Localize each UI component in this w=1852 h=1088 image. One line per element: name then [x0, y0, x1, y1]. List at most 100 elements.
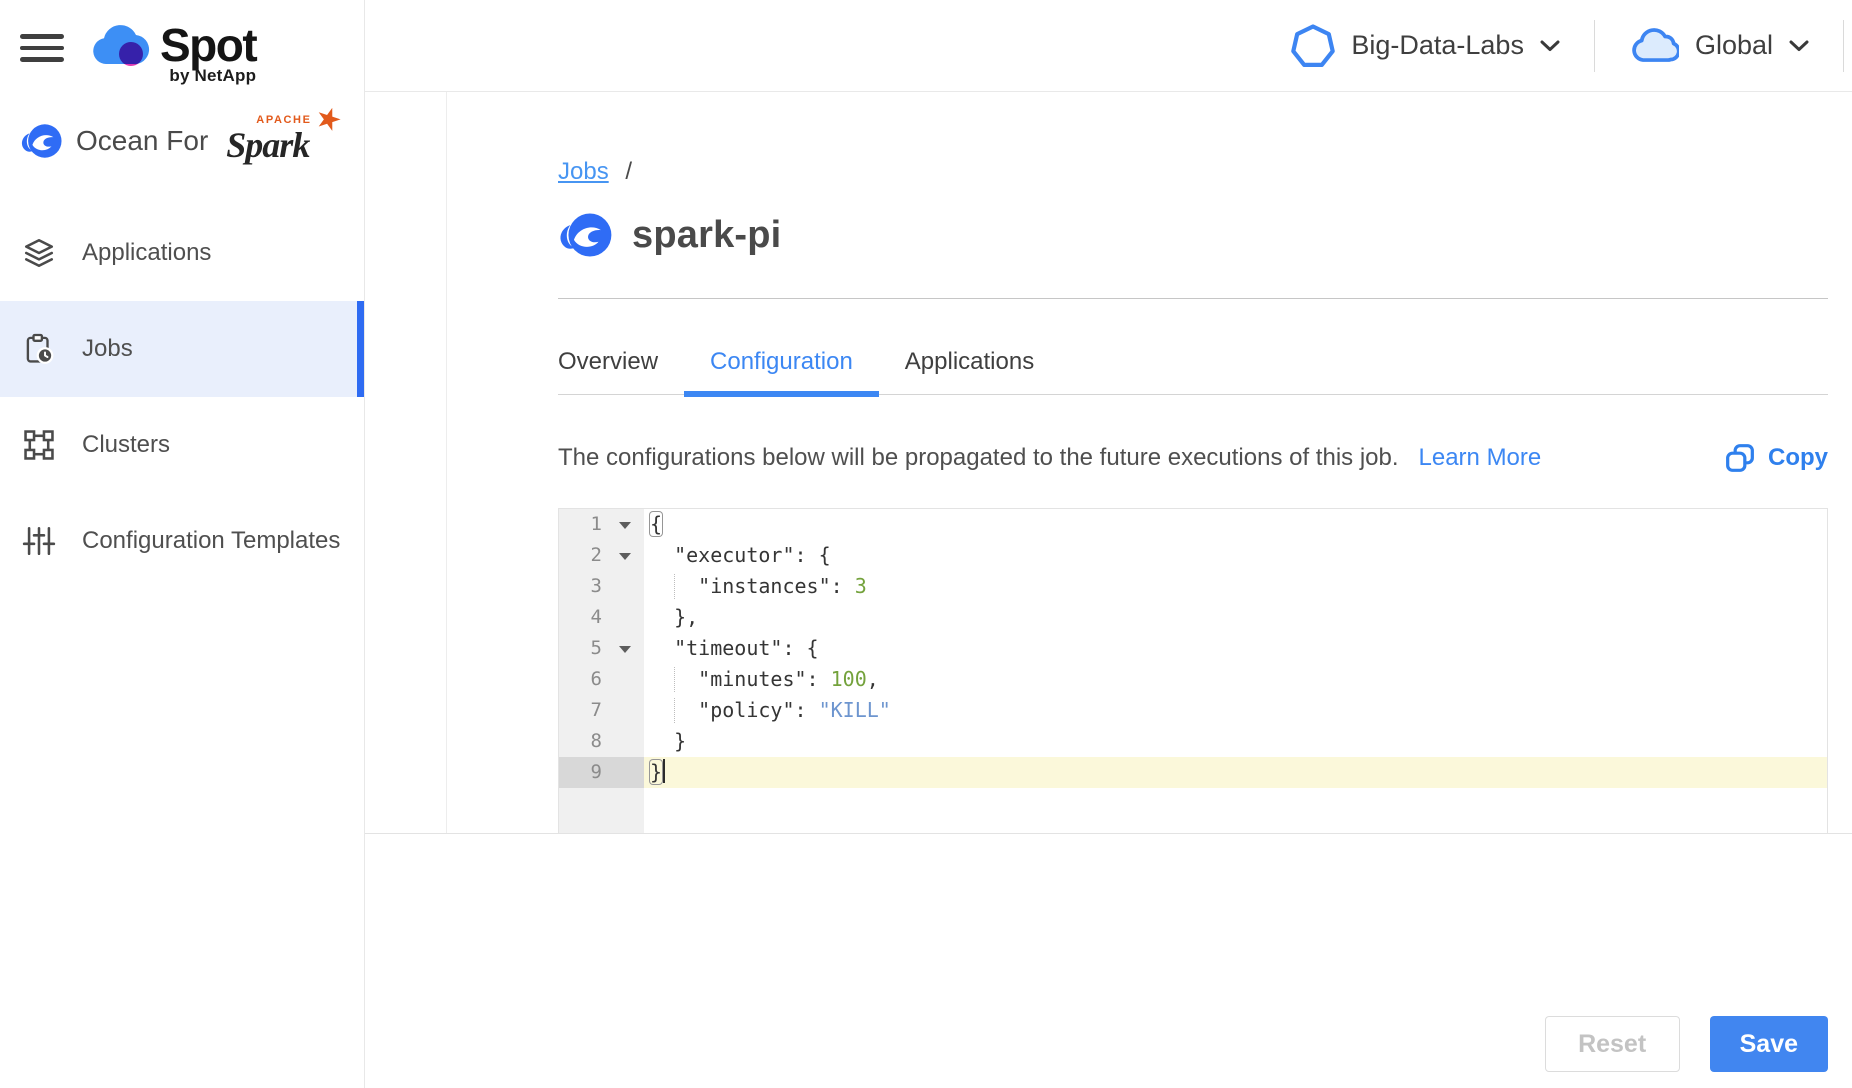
sidebar-item-label: Jobs	[82, 335, 133, 363]
line-number: 6	[591, 664, 602, 695]
breadcrumb-jobs-link[interactable]: Jobs	[558, 158, 609, 185]
code-line[interactable]: "policy": "KILL"	[644, 695, 1827, 726]
editor-gutter-cell: 3	[559, 571, 644, 602]
sidebar-item-applications[interactable]: Applications	[0, 205, 364, 301]
brand-name: Spot	[160, 20, 256, 70]
org-name: Big-Data-Labs	[1351, 30, 1524, 61]
footer-actions: Reset Save	[1545, 1016, 1828, 1072]
reset-button[interactable]: Reset	[1545, 1016, 1680, 1072]
code-line[interactable]: },	[644, 602, 1827, 633]
code-line[interactable]: "instances": 3	[644, 571, 1827, 602]
tab-configuration[interactable]: Configuration	[684, 336, 879, 394]
editor-line: 5 "timeout": {	[559, 633, 1827, 664]
heptagon-icon	[1291, 24, 1335, 68]
sidebar-item-clusters[interactable]: Clusters	[0, 397, 364, 493]
content-footer-divider	[365, 833, 1852, 834]
sidebar-nav: Applications Jobs Clu	[0, 205, 364, 589]
fold-toggle-icon[interactable]	[619, 646, 631, 659]
editor-gutter-cell: 9	[559, 757, 644, 788]
chevron-down-icon	[1540, 40, 1560, 52]
spark-star-icon: ★	[311, 99, 347, 141]
editor-line: 1 {	[559, 509, 1827, 540]
line-number: 4	[591, 602, 602, 633]
editor-gutter-cell: 4	[559, 602, 644, 633]
line-number: 7	[591, 695, 602, 726]
indent-guide	[674, 698, 675, 723]
tab-overview[interactable]: Overview	[558, 336, 684, 394]
sidebar-item-jobs[interactable]: Jobs	[0, 301, 364, 397]
save-button[interactable]: Save	[1710, 1016, 1828, 1072]
sidebar: Spot by NetApp Ocean For APACHE Spark ★ …	[0, 0, 365, 1088]
configuration-description-row: The configurations below will be propaga…	[558, 436, 1828, 480]
header-divider	[1843, 20, 1844, 72]
editor-gutter-cell: 8	[559, 726, 644, 757]
main-area: Big-Data-Labs Global Jobs /	[365, 0, 1852, 1088]
copy-label: Copy	[1768, 444, 1828, 472]
job-wave-icon	[558, 210, 612, 260]
chevron-down-icon	[1789, 40, 1809, 52]
cloud-icon	[1629, 27, 1679, 65]
line-number: 1	[591, 509, 602, 540]
ocean-wave-icon	[20, 121, 62, 161]
code-line[interactable]: {	[644, 509, 1827, 540]
editor-gutter-cell: 7	[559, 695, 644, 726]
text-cursor	[663, 759, 665, 783]
indent-guide	[674, 574, 675, 599]
page-title-row: spark-pi	[558, 210, 781, 260]
line-number: 9	[591, 757, 602, 788]
learn-more-link[interactable]: Learn More	[1419, 444, 1542, 472]
layers-icon	[22, 236, 56, 270]
indent-guide	[674, 667, 675, 692]
editor-line: 3 "instances": 3	[559, 571, 1827, 602]
tabs: Overview Configuration Applications	[558, 336, 1828, 395]
editor-line-active: 9 }	[559, 757, 1827, 788]
scope-switcher[interactable]: Global	[1629, 27, 1809, 65]
sidebar-item-label: Clusters	[82, 431, 170, 459]
scope-name: Global	[1695, 30, 1773, 61]
sidebar-item-label: Configuration Templates	[82, 527, 340, 555]
line-number: 2	[591, 540, 602, 571]
content-panel-edge	[446, 92, 447, 833]
fold-toggle-icon[interactable]	[619, 522, 631, 535]
editor-line: 2 "executor": {	[559, 540, 1827, 571]
title-divider	[558, 298, 1828, 299]
sidebar-item-configuration-templates[interactable]: Configuration Templates	[0, 493, 364, 589]
code-line[interactable]: }	[644, 726, 1827, 757]
header-divider	[1594, 20, 1595, 72]
tab-applications[interactable]: Applications	[879, 336, 1060, 394]
editor-gutter-cell: 6	[559, 664, 644, 695]
apache-spark-logo: APACHE Spark ★	[226, 114, 346, 168]
sidebar-item-label: Applications	[82, 239, 211, 267]
product-name: Ocean For	[76, 125, 208, 157]
copy-button[interactable]: Copy	[1725, 443, 1828, 473]
breadcrumb-separator: /	[625, 158, 632, 185]
spot-logo[interactable]: Spot by NetApp	[88, 20, 256, 86]
sliders-icon	[22, 524, 56, 558]
product-header: Ocean For APACHE Spark ★	[20, 114, 346, 168]
fold-toggle-icon[interactable]	[619, 553, 631, 566]
line-number: 5	[591, 633, 602, 664]
cluster-icon	[22, 428, 56, 462]
brand-byline: by NetApp	[160, 66, 256, 86]
code-line[interactable]: "minutes": 100,	[644, 664, 1827, 695]
json-config-editor[interactable]: 1 { 2 "executor": { 3 "instances": 3	[558, 508, 1828, 833]
menu-toggle-icon[interactable]	[20, 34, 64, 66]
editor-line: 7 "policy": "KILL"	[559, 695, 1827, 726]
editor-line: 4 },	[559, 602, 1827, 633]
editor-line: 8 }	[559, 726, 1827, 757]
code-line[interactable]: }	[644, 757, 1827, 788]
spark-label: Spark	[226, 124, 309, 166]
copy-icon	[1725, 443, 1755, 473]
top-bar: Big-Data-Labs Global	[365, 0, 1852, 92]
line-number: 3	[591, 571, 602, 602]
page-title: spark-pi	[632, 214, 781, 257]
code-line[interactable]: "executor": {	[644, 540, 1827, 571]
clipboard-clock-icon	[22, 332, 56, 366]
spot-cloud-icon	[88, 20, 152, 72]
editor-gutter-cell: 2	[559, 540, 644, 571]
editor-gutter-cell: 5	[559, 633, 644, 664]
editor-line: 6 "minutes": 100,	[559, 664, 1827, 695]
code-line[interactable]: "timeout": {	[644, 633, 1827, 664]
org-switcher[interactable]: Big-Data-Labs	[1291, 24, 1560, 68]
configuration-description: The configurations below will be propaga…	[558, 444, 1399, 472]
